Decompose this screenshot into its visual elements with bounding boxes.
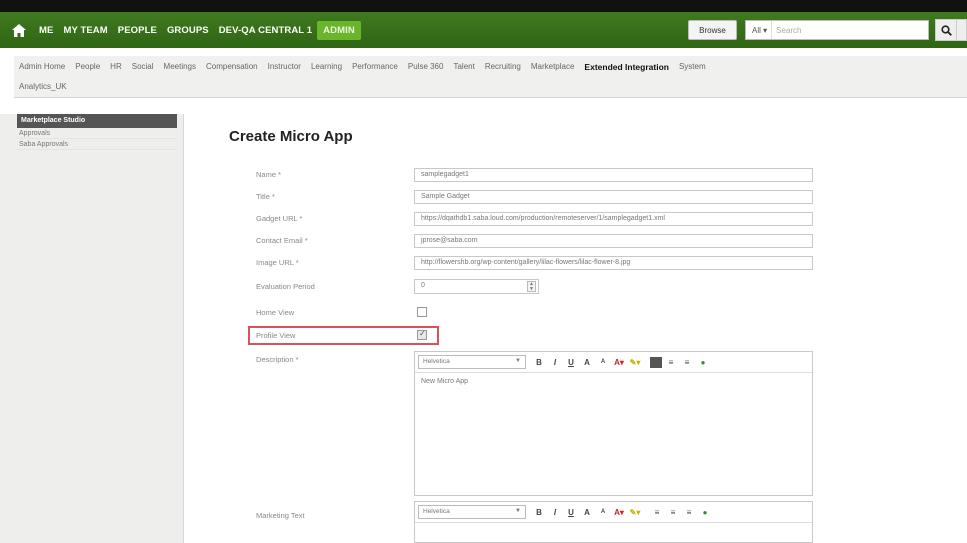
bold-icon[interactable]: B bbox=[532, 505, 546, 519]
marketing-text-label: Marketing Text bbox=[256, 511, 305, 520]
font-select-value: Helvetica bbox=[423, 358, 450, 365]
text-color-icon[interactable]: A▾ bbox=[612, 355, 626, 369]
font-select[interactable]: Helvetica ▼ bbox=[418, 355, 526, 369]
align-right-icon[interactable]: ≡ bbox=[682, 505, 696, 519]
text-color-icon[interactable]: A▾ bbox=[612, 505, 626, 519]
search-icon[interactable] bbox=[935, 19, 957, 41]
nav-item-groups[interactable]: GROUPS bbox=[162, 25, 214, 36]
contact-email-label: Contact Email * bbox=[256, 236, 308, 245]
subnav-item-performance[interactable]: Performance bbox=[347, 62, 403, 72]
subnav-item-extended-integration[interactable]: Extended Integration bbox=[579, 62, 674, 72]
align-left-icon[interactable]: ≡ bbox=[650, 505, 664, 519]
subnav-item-hr[interactable]: HR bbox=[105, 62, 127, 72]
align-left-icon[interactable] bbox=[650, 356, 662, 368]
home-view-checkbox[interactable] bbox=[417, 307, 427, 317]
subnav-item-people[interactable]: People bbox=[70, 62, 105, 72]
description-editor[interactable]: Helvetica ▼ B I U A A A▾ ✎▾ ≡ ≡ ● New Mic… bbox=[414, 351, 813, 496]
highlight-color-icon[interactable]: ✎▾ bbox=[628, 505, 642, 519]
home-view-label: Home View bbox=[256, 308, 295, 317]
chevron-down-icon: ▼ bbox=[515, 358, 521, 364]
page-title: Create Micro App bbox=[229, 128, 353, 145]
subnav-item-recruiting[interactable]: Recruiting bbox=[480, 62, 526, 72]
link-globe-icon[interactable]: ● bbox=[696, 355, 710, 369]
spinner-icon[interactable]: ▲ ▼ bbox=[527, 281, 536, 292]
subnav-item-analytics-uk[interactable]: Analytics_UK bbox=[14, 82, 72, 91]
subnav-item-marketplace[interactable]: Marketplace bbox=[526, 62, 580, 72]
link-globe-icon[interactable]: ● bbox=[698, 505, 712, 519]
subnav-item-social[interactable]: Social bbox=[127, 62, 159, 72]
admin-subnav: Admin Home People HR Social Meetings Com… bbox=[14, 56, 967, 98]
align-center-icon[interactable]: ≡ bbox=[664, 355, 678, 369]
title-field[interactable]: Sample Gadget bbox=[414, 190, 813, 204]
editor-toolbar: Helvetica ▼ B I U A A A▾ ✎▾ ≡ ≡ ● bbox=[415, 352, 812, 373]
description-label: Description * bbox=[256, 355, 299, 364]
subnav-item-meetings[interactable]: Meetings bbox=[159, 62, 201, 72]
evaluation-period-label: Evaluation Period bbox=[256, 282, 315, 291]
subnav-item-pulse-360[interactable]: Pulse 360 bbox=[403, 62, 449, 72]
search-scope-select[interactable]: All ▾ bbox=[746, 21, 773, 39]
evaluation-period-value: 0 bbox=[421, 282, 425, 289]
highlight-color-icon[interactable]: ✎▾ bbox=[628, 355, 642, 369]
underline-icon[interactable]: U bbox=[564, 505, 578, 519]
font-select[interactable]: Helvetica ▼ bbox=[418, 505, 526, 519]
align-center-icon[interactable]: ≡ bbox=[666, 505, 680, 519]
chevron-down-icon: ▼ bbox=[515, 508, 521, 514]
search-box[interactable]: All ▾ Search bbox=[745, 20, 929, 40]
marketing-text-editor[interactable]: Helvetica ▼ B I U A A A▾ ✎▾ ≡ ≡ ≡ ● bbox=[414, 501, 813, 543]
sidebar-heading[interactable]: Marketplace Studio bbox=[17, 114, 177, 128]
gadget-url-label: Gadget URL * bbox=[256, 214, 303, 223]
nav-item-admin[interactable]: ADMIN bbox=[317, 20, 361, 40]
filter-icon[interactable] bbox=[957, 19, 967, 41]
sidebar: Marketplace Studio Approvals Saba Approv… bbox=[0, 114, 184, 543]
subnav-item-learning[interactable]: Learning bbox=[306, 62, 347, 72]
sidebar-item-approvals[interactable]: Approvals bbox=[17, 128, 177, 139]
name-label: Name * bbox=[256, 170, 282, 179]
underline-icon[interactable]: U bbox=[564, 355, 578, 369]
search-scope-label: All bbox=[752, 25, 761, 35]
window-top-strip bbox=[0, 0, 967, 12]
subnav-item-talent[interactable]: Talent bbox=[448, 62, 479, 72]
italic-icon[interactable]: I bbox=[548, 355, 562, 369]
subnav-row: Analytics_UK bbox=[14, 82, 72, 91]
nav-item-people[interactable]: PEOPLE bbox=[113, 25, 162, 36]
nav-right-tools: Browse All ▾ Search bbox=[688, 12, 967, 48]
editor-toolbar: Helvetica ▼ B I U A A A▾ ✎▾ ≡ ≡ ≡ ● bbox=[415, 502, 812, 523]
name-field[interactable]: samplegadget1 bbox=[414, 168, 813, 182]
align-right-icon[interactable]: ≡ bbox=[680, 355, 694, 369]
browse-button[interactable]: Browse bbox=[688, 20, 737, 40]
font-size-increase-icon[interactable]: A bbox=[580, 505, 594, 519]
subnav-item-admin-home[interactable]: Admin Home bbox=[14, 62, 70, 72]
image-url-label: Image URL * bbox=[256, 258, 299, 267]
contact-email-field[interactable]: jprose@saba.com bbox=[414, 234, 813, 248]
evaluation-period-stepper[interactable]: 0 ▲ ▼ bbox=[414, 279, 539, 294]
top-navigation: ME MY TEAM PEOPLE GROUPS DEV-QA CENTRAL … bbox=[0, 12, 967, 48]
profile-view-highlight bbox=[248, 326, 439, 345]
gadget-url-field[interactable]: https://dqathdb1.saba.loud.com/productio… bbox=[414, 212, 813, 226]
font-select-value: Helvetica bbox=[423, 508, 450, 515]
bold-icon[interactable]: B bbox=[532, 355, 546, 369]
description-text[interactable]: New Micro App bbox=[415, 373, 812, 390]
title-label: Title * bbox=[256, 192, 275, 201]
font-size-decrease-icon[interactable]: A bbox=[596, 355, 610, 369]
font-size-increase-icon[interactable]: A bbox=[580, 355, 594, 369]
image-url-field[interactable]: http://flowershb.org/wp-content/gallery/… bbox=[414, 256, 813, 270]
nav-item-my-team[interactable]: MY TEAM bbox=[58, 25, 112, 36]
italic-icon[interactable]: I bbox=[548, 505, 562, 519]
sidebar-item-saba-approvals[interactable]: Saba Approvals bbox=[17, 139, 177, 150]
subnav-item-system[interactable]: System bbox=[674, 62, 711, 72]
search-input[interactable]: Search bbox=[772, 26, 801, 35]
font-size-decrease-icon[interactable]: A bbox=[596, 505, 610, 519]
subnav-item-instructor[interactable]: Instructor bbox=[263, 62, 306, 72]
nav-item-dev-qa-central[interactable]: DEV-QA CENTRAL 1 bbox=[214, 25, 317, 36]
subnav-item-compensation[interactable]: Compensation bbox=[201, 62, 263, 72]
home-icon[interactable] bbox=[4, 12, 34, 48]
nav-item-me[interactable]: ME bbox=[34, 25, 58, 36]
subnav-row: Admin Home People HR Social Meetings Com… bbox=[14, 62, 711, 72]
